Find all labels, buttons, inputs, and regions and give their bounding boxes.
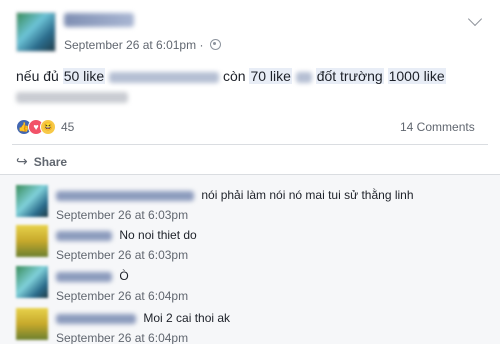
- share-icon: ↪: [16, 153, 28, 169]
- share-label: Share: [33, 154, 68, 169]
- comment-text: No noi thiet do: [119, 228, 197, 242]
- commenter-avatar[interactable]: [16, 266, 48, 298]
- post-text-highlight: 70 like: [249, 68, 292, 84]
- commenter-name-blurred[interactable]: [56, 313, 136, 324]
- reactions-count[interactable]: 45: [61, 120, 74, 134]
- post-text-line-2: [16, 89, 128, 107]
- commenter-avatar[interactable]: [16, 225, 48, 257]
- comment-body: Moi 2 cai thoi ak: [56, 311, 230, 325]
- divider: [12, 144, 488, 145]
- post-text-highlight: đốt trường: [315, 68, 384, 84]
- post-author-avatar[interactable]: [16, 12, 56, 52]
- post-text-part: nếu đủ: [16, 68, 59, 84]
- facebook-post-card: September 26 at 6:01pm · nếu đủ 50 like …: [0, 0, 500, 344]
- comment-timestamp[interactable]: September 26 at 6:04pm: [56, 289, 188, 303]
- comment-body: Ò: [56, 269, 129, 283]
- comment-body: No noi thiet do: [56, 228, 197, 242]
- post-text-line-1: nếu đủ 50 like còn 70 like đốt trường 10…: [16, 67, 446, 85]
- commenter-avatar[interactable]: [16, 308, 48, 340]
- commenter-name-blurred[interactable]: [56, 230, 112, 241]
- commenter-name-blurred[interactable]: [56, 190, 194, 201]
- post-timestamp[interactable]: September 26 at 6:01pm ·: [64, 38, 221, 52]
- comment-timestamp[interactable]: September 26 at 6:04pm: [56, 331, 188, 344]
- comment-text: Moi 2 cai thoi ak: [143, 311, 231, 325]
- reactions-summary[interactable]: 👍 ♥ 😆 45: [16, 119, 74, 135]
- comment-body: nói phải làm nói nó mai tui sử thằng lin…: [56, 188, 414, 202]
- post-text-part: còn: [222, 68, 246, 84]
- blurred-text: [109, 71, 220, 83]
- comments-count-link[interactable]: 14 Comments: [400, 120, 475, 134]
- comment-timestamp[interactable]: September 26 at 6:03pm: [56, 248, 188, 262]
- share-button[interactable]: ↪ Share: [16, 153, 67, 170]
- timestamp-separator: ·: [199, 38, 204, 52]
- post-timestamp-text[interactable]: September 26 at 6:01pm: [64, 38, 196, 52]
- comments-section: nói phải làm nói nó mai tui sử thằng lin…: [0, 174, 500, 344]
- haha-icon: 😆: [40, 119, 56, 135]
- blurred-text: [295, 71, 312, 83]
- chevron-down-icon[interactable]: [467, 11, 483, 27]
- blurred-text: [16, 92, 128, 104]
- commenter-name-blurred[interactable]: [56, 271, 112, 282]
- comment-timestamp[interactable]: September 26 at 6:03pm: [56, 208, 188, 222]
- commenter-avatar[interactable]: [16, 185, 48, 217]
- post-text-highlight: 1000 like: [387, 68, 446, 84]
- comment-text: Ò: [119, 269, 129, 283]
- comment-text: nói phải làm nói nó mai tui sử thằng lin…: [201, 188, 414, 202]
- globe-icon: [209, 39, 221, 50]
- post-author-name-blurred[interactable]: [64, 13, 134, 27]
- post-text-highlight: 50 like: [62, 68, 106, 84]
